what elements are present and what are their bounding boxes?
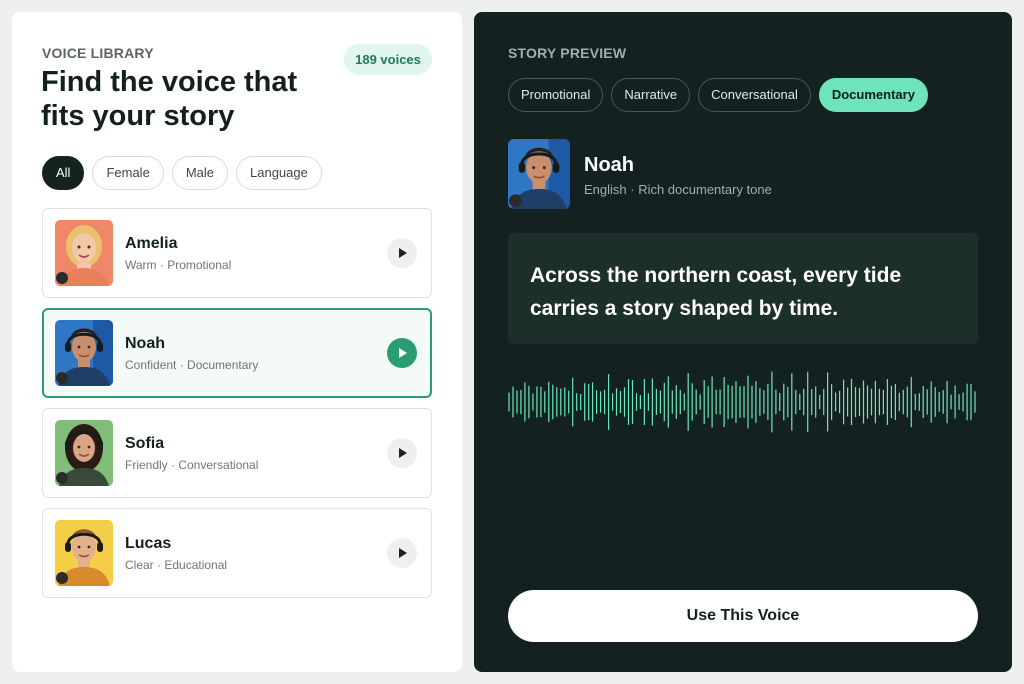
library-title: Find the voice that fits your story <box>41 66 298 132</box>
avatar <box>55 220 113 286</box>
preview-voice-name: Noah <box>584 154 634 176</box>
voice-description: Warm · Promotional <box>125 258 232 272</box>
avatar <box>55 320 113 386</box>
voice-card-amelia[interactable]: Amelia Warm · Promotional <box>42 208 432 298</box>
preview-avatar <box>508 139 570 209</box>
waveform-visual <box>508 371 976 433</box>
voice-name: Sofia <box>125 435 165 452</box>
tone-tab-conversational[interactable]: Conversational <box>698 78 811 112</box>
play-icon <box>399 348 407 358</box>
voice-card-lucas[interactable]: Lucas Clear · Educational <box>42 508 432 598</box>
sample-text: Across the northern coast, every tide ca… <box>530 264 902 320</box>
voice-library-panel: VOICE LIBRARY 189 voices Find the voice … <box>12 12 462 672</box>
play-button[interactable] <box>387 338 417 368</box>
play-icon <box>399 548 407 558</box>
sample-text-box: Across the northern coast, every tide ca… <box>508 233 978 344</box>
voice-description: Clear · Educational <box>125 558 228 572</box>
avatar <box>55 520 113 586</box>
preview-eyebrow: STORY PREVIEW <box>508 45 627 61</box>
tone-tab-narrative[interactable]: Narrative <box>611 78 691 112</box>
story-preview-panel: STORY PREVIEW Promotional Narrative Conv… <box>474 12 1012 672</box>
avatar <box>55 420 113 486</box>
play-icon <box>399 448 407 458</box>
filter-female[interactable]: Female <box>92 156 164 190</box>
voice-name: Noah <box>125 335 165 352</box>
play-button[interactable] <box>387 438 417 468</box>
tone-tab-promotional[interactable]: Promotional <box>508 78 604 112</box>
voice-description: Confident · Documentary <box>125 358 259 372</box>
use-this-voice-button[interactable]: Use This Voice <box>508 590 978 642</box>
play-button[interactable] <box>387 538 417 568</box>
voice-card-sofia[interactable]: Sofia Friendly · Conversational <box>42 408 432 498</box>
play-icon <box>399 248 407 258</box>
play-button[interactable] <box>387 238 417 268</box>
voice-name: Amelia <box>125 235 178 252</box>
filter-language[interactable]: Language <box>236 156 322 190</box>
voice-name: Lucas <box>125 535 172 552</box>
voice-description: Friendly · Conversational <box>125 458 259 472</box>
filter-bar: All Female Male Language <box>42 156 322 190</box>
filter-all[interactable]: All <box>42 156 85 190</box>
voice-count-badge: 189 voices <box>344 44 432 75</box>
preview-voice-meta: English · Rich documentary tone <box>584 182 772 197</box>
tone-tabs: Promotional Narrative Conversational Doc… <box>508 78 928 112</box>
filter-male[interactable]: Male <box>171 156 228 190</box>
tone-tab-documentary[interactable]: Documentary <box>818 78 928 112</box>
library-eyebrow: VOICE LIBRARY <box>42 45 154 61</box>
voice-card-noah[interactable]: Noah Confident · Documentary <box>42 308 432 398</box>
